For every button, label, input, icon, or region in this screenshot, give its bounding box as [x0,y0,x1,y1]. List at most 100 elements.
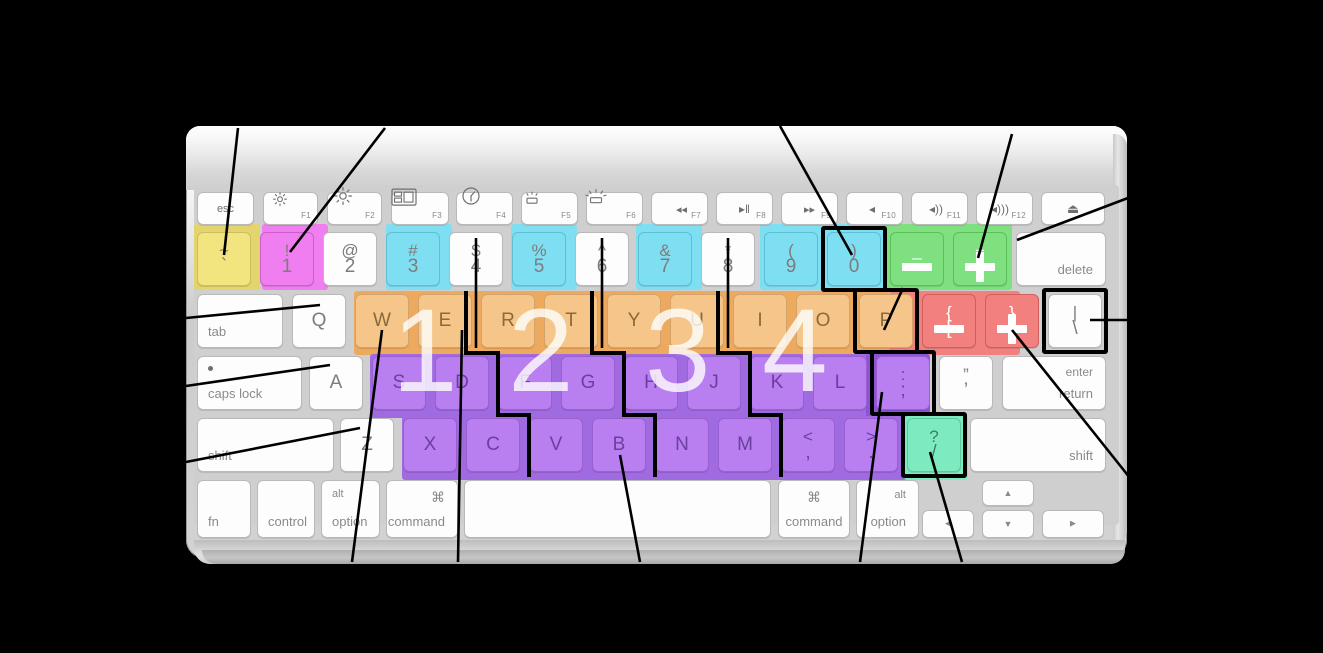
key-o-label: O [815,310,831,331]
key-caps-lock[interactable]: caps lock [197,356,302,410]
key-esc[interactable]: esc [197,192,254,225]
key-b[interactable]: B [592,418,646,472]
key-option-right[interactable]: alt option [856,480,919,538]
key-u-label: U [690,310,704,331]
key-digit-2[interactable]: @ 2 [323,232,377,286]
key-semicolon-label: ; [900,380,906,401]
key-digit-0[interactable]: ) 0 [827,232,881,286]
key-f7[interactable]: ◂◂ F7 [651,192,708,225]
key-digit-6[interactable]: ^ 6 [575,232,629,286]
key-f11[interactable]: ◂)) F11 [911,192,968,225]
key-s-label: S [392,372,406,393]
key-w[interactable]: W [355,294,409,348]
key-w-label: W [373,310,391,331]
key-caps-lock-label: caps lock [208,386,263,401]
key-minus-label: - [913,256,921,277]
key-digit-3[interactable]: # 3 [386,232,440,286]
key-digit-1-label: 1 [281,256,293,277]
key-shift-right[interactable]: shift [970,418,1106,472]
key-p[interactable]: P [859,294,913,348]
arrow-up-icon: ▲ [1003,488,1013,498]
key-z[interactable]: Z [340,418,394,472]
key-backslash[interactable]: | \ [1048,294,1102,348]
key-x[interactable]: X [403,418,457,472]
key-bracket-right[interactable]: } [985,294,1039,348]
key-f4[interactable]: F4 [456,187,513,225]
key-q[interactable]: Q [292,294,346,348]
key-r[interactable]: R [481,294,535,348]
zone-divider-finger-1e [496,413,531,417]
key-bracket-left[interactable]: { [ [922,294,976,348]
key-f3[interactable]: F3 [391,188,449,225]
key-tab[interactable]: tab [197,294,283,348]
volume-up-icon: ◂))) [991,202,1010,216]
key-f2[interactable]: F2 [327,187,382,225]
key-digit-4[interactable]: $ 4 [449,232,503,286]
key-option-right-alt-label: alt [894,489,906,501]
brightness-down-icon [273,192,287,207]
key-delete[interactable]: delete [1016,232,1106,286]
keyboard-front-lip-shadow [202,550,1125,564]
arrow-left-icon: ◄ [943,518,953,530]
key-a-label: A [329,372,343,393]
key-digit-1[interactable]: ! 1 [260,232,314,286]
key-y-label: Y [627,310,641,331]
key-f12[interactable]: ◂))) F12 [976,192,1033,225]
key-backtick[interactable]: ~ ` [197,232,251,286]
key-period[interactable]: > . [844,418,898,472]
key-c[interactable]: C [466,418,520,472]
key-n[interactable]: N [655,418,709,472]
key-fn[interactable]: fn [197,480,251,538]
key-digit-8[interactable]: * 8 [701,232,755,286]
key-space[interactable] [464,480,771,538]
key-eject[interactable]: ⏏ [1041,192,1105,225]
zone-divider-finger-3 [716,291,720,353]
key-arrow-down[interactable]: ▼ [982,510,1034,538]
key-f8[interactable]: ▸‖ F8 [716,192,773,225]
key-control[interactable]: control [257,480,315,538]
key-a[interactable]: A [309,356,363,410]
key-f10-fn-label: F10 [881,211,896,220]
key-y[interactable]: Y [607,294,661,348]
key-l[interactable]: L [813,356,867,410]
key-option-left[interactable]: alt option [321,480,380,538]
key-v[interactable]: V [529,418,583,472]
volume-down-icon: ◂)) [929,202,944,216]
key-digit-6-label: 6 [596,256,608,277]
key-semicolon[interactable]: : ; [876,356,930,410]
key-f10[interactable]: ◂ F10 [846,192,903,225]
key-command-left[interactable]: ⌘ command [386,480,458,538]
key-backtick-label: ` [220,256,228,277]
key-f8-fn-label: F8 [756,211,766,220]
key-s[interactable]: S [372,356,426,410]
key-i[interactable]: I [733,294,787,348]
key-h[interactable]: H [624,356,678,410]
key-arrow-left[interactable]: ◄ [922,510,974,538]
key-f5[interactable]: F5 [521,191,578,225]
key-j[interactable]: J [687,356,741,410]
key-o[interactable]: O [796,294,850,348]
key-equals[interactable]: + [953,232,1007,286]
key-arrow-up[interactable]: ▲ [982,480,1034,506]
key-command-right[interactable]: ⌘ command [778,480,850,538]
key-f[interactable]: F [498,356,552,410]
zone-divider-finger-2e [622,413,657,417]
key-digit-9[interactable]: ( 9 [764,232,818,286]
key-shift-left[interactable]: shift [197,418,334,472]
key-f6[interactable]: F6 [585,189,643,225]
key-m[interactable]: M [718,418,772,472]
key-f9[interactable]: ▸▸ F9 [781,192,838,225]
key-i-label: I [757,310,763,331]
key-quote[interactable]: ” ’ [939,356,993,410]
key-k[interactable]: K [750,356,804,410]
key-d[interactable]: D [435,356,489,410]
key-digit-7[interactable]: & 7 [638,232,692,286]
key-g[interactable]: G [561,356,615,410]
key-slash[interactable]: ? / [907,418,961,472]
key-return[interactable]: enter return [1002,356,1106,410]
key-digit-5[interactable]: % 5 [512,232,566,286]
key-f1[interactable]: F1 [263,192,318,225]
key-arrow-right[interactable]: ► [1042,510,1104,538]
key-comma[interactable]: < , [781,418,835,472]
key-minus[interactable]: _ - [890,232,944,286]
